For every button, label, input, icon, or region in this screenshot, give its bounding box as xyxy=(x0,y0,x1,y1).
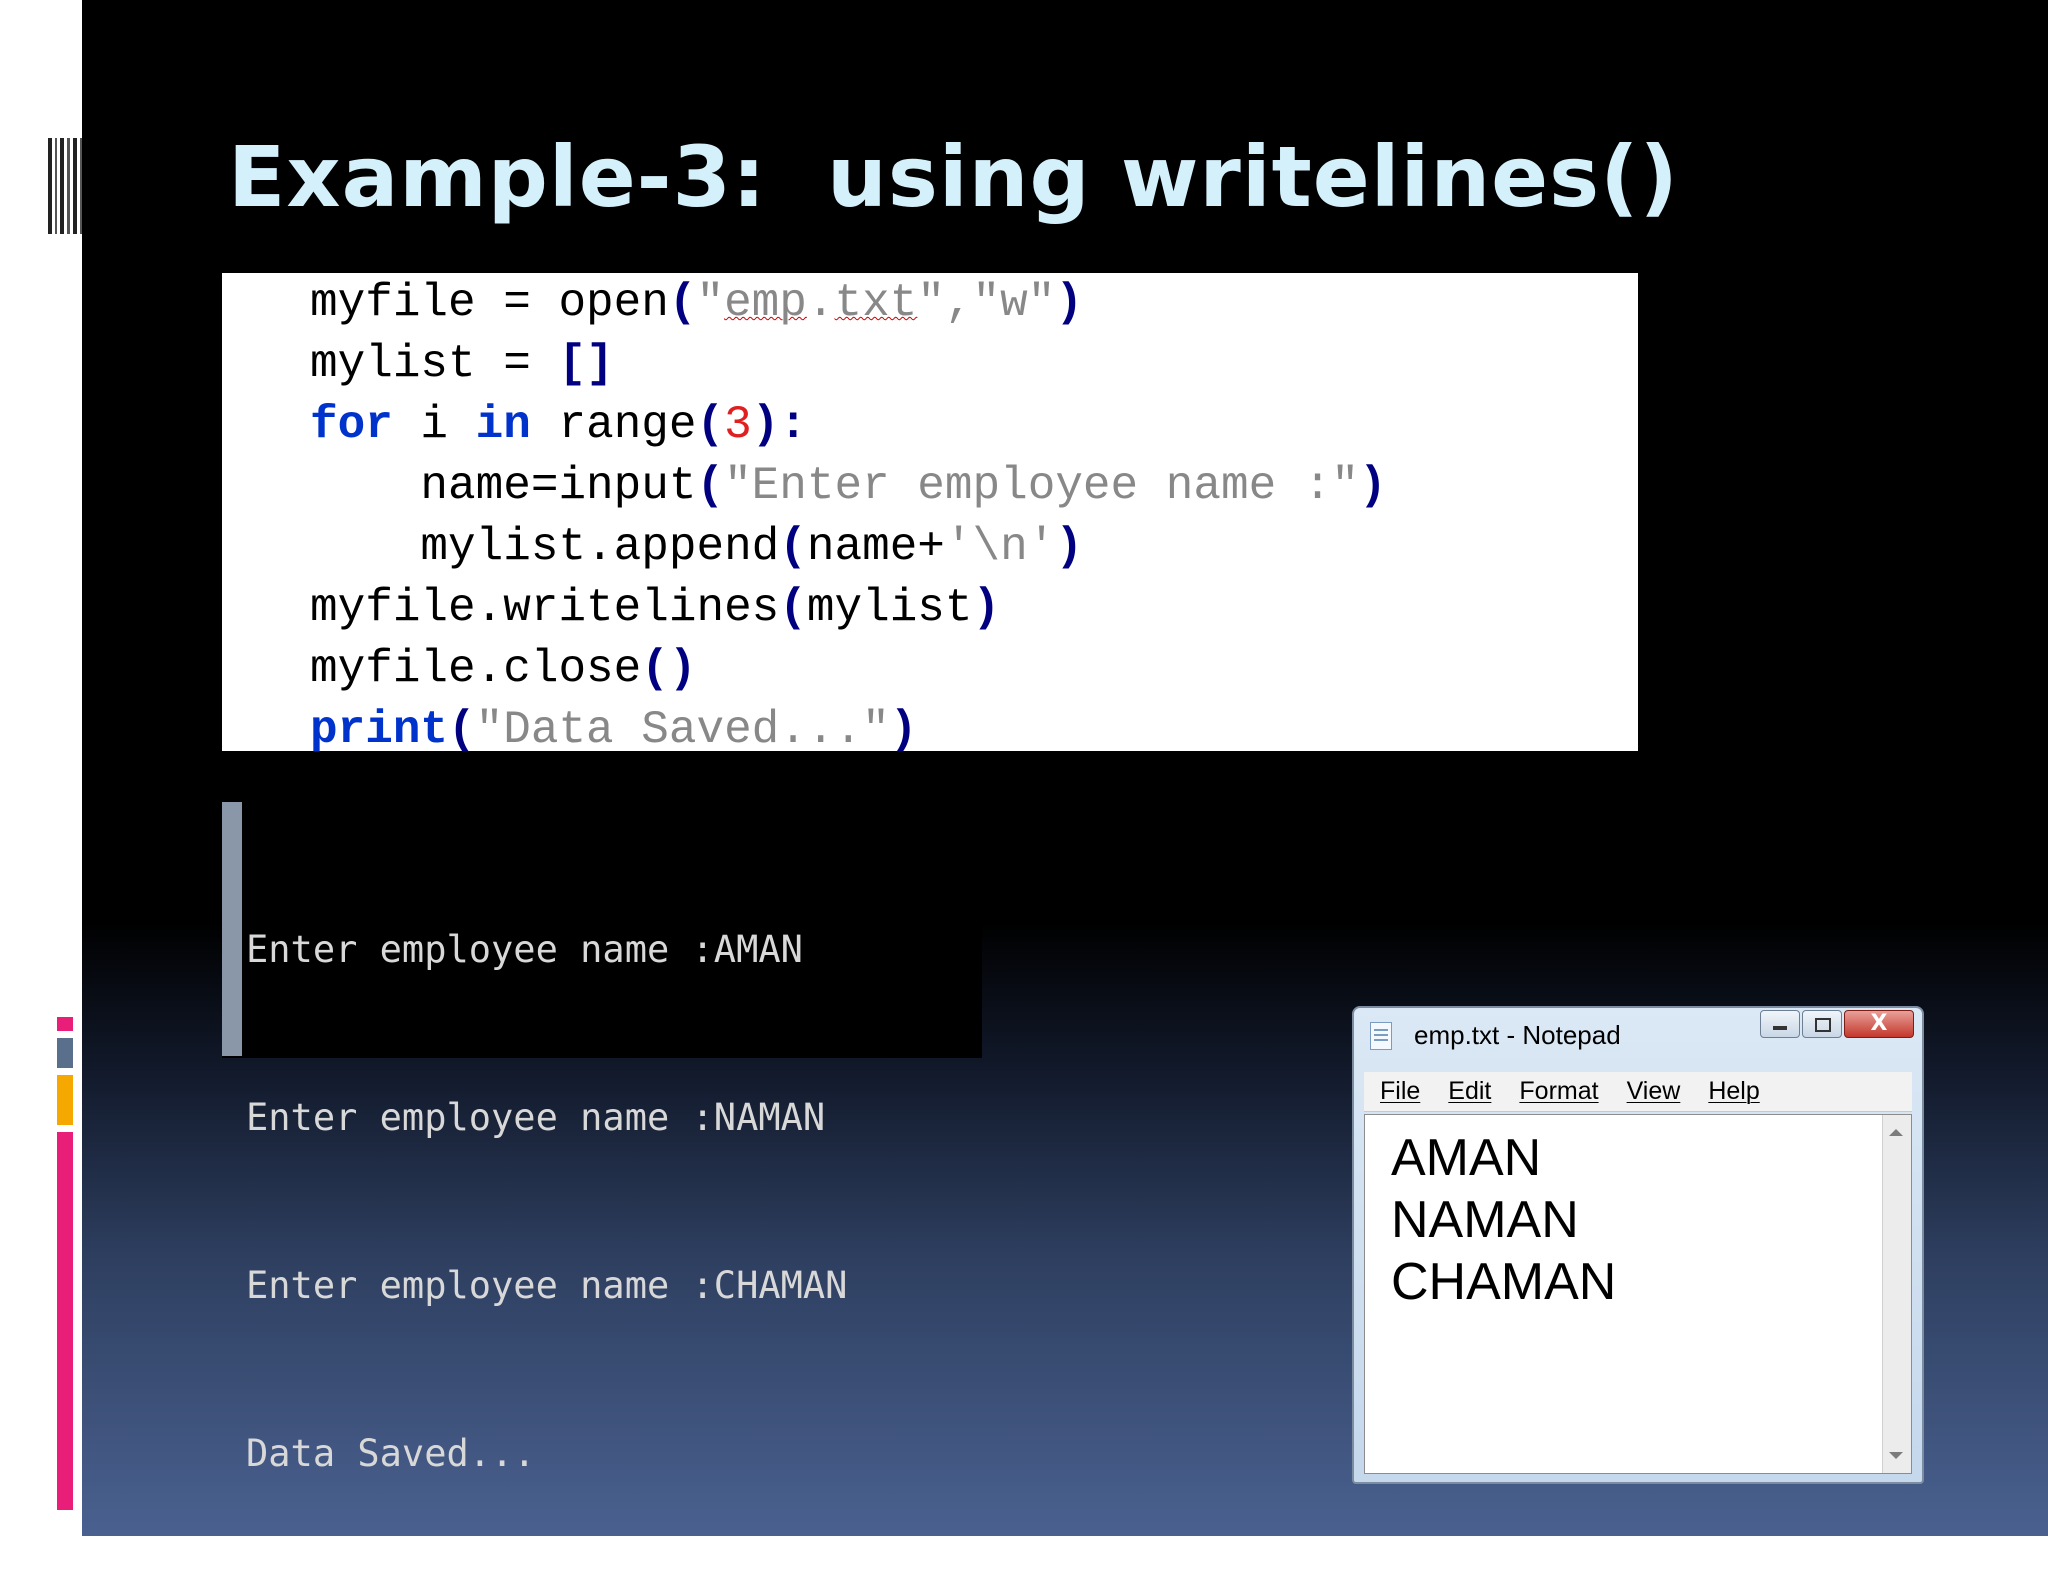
code-token: ( xyxy=(448,704,476,756)
code-token: ) xyxy=(972,582,1001,634)
accent-bar-slate xyxy=(57,1038,73,1068)
menu-view[interactable]: View xyxy=(1627,1077,1681,1106)
notepad-menubar: File Edit Format View Help xyxy=(1364,1072,1912,1112)
accent-bar-pink xyxy=(57,1132,73,1510)
code-token: txt xyxy=(834,277,918,329)
notepad-text-area[interactable]: AMAN NAMAN CHAMAN xyxy=(1364,1114,1912,1474)
code-line: myfile.writelines(mylist) xyxy=(222,578,1638,639)
code-token: ): xyxy=(751,399,807,451)
code-token: myfile.writelines xyxy=(310,582,780,634)
code-line: myfile.close() xyxy=(222,639,1638,700)
code-token: "Data Saved..." xyxy=(475,704,890,756)
notepad-title: emp.txt - Notepad xyxy=(1414,1020,1621,1050)
code-line: mylist = [] xyxy=(222,334,1638,395)
console-line: Enter employee name :NAMAN xyxy=(246,1096,826,1139)
code-token: mylist = xyxy=(310,338,559,390)
code-token: ( xyxy=(779,582,807,634)
code-token: ( xyxy=(668,277,697,329)
code-line: name=input("Enter employee name :") xyxy=(222,456,1638,517)
notepad-icon xyxy=(1370,1022,1392,1050)
menu-file[interactable]: File xyxy=(1380,1077,1420,1106)
minimize-icon[interactable] xyxy=(1760,1010,1800,1038)
notepad-titlebar[interactable]: emp.txt - Notepad X xyxy=(1354,1008,1922,1060)
maximize-icon[interactable] xyxy=(1802,1010,1842,1038)
console-output: Enter employee name :AMAN Enter employee… xyxy=(222,800,982,1475)
notepad-line: NAMAN xyxy=(1391,1191,1579,1249)
code-token: range xyxy=(530,399,697,451)
scroll-up-icon[interactable] xyxy=(1889,1129,1903,1136)
accent-bar-orange xyxy=(57,1075,73,1125)
code-line: myfile = open("emp.txt","w") xyxy=(222,273,1638,334)
code-token: '\n' xyxy=(944,521,1056,573)
code-block: myfile = open("emp.txt","w") mylist = [] f… xyxy=(222,273,1638,756)
code-token: ( xyxy=(696,460,725,512)
close-icon[interactable]: X xyxy=(1844,1010,1914,1038)
code-token: () xyxy=(641,643,697,695)
vertical-scrollbar[interactable] xyxy=(1882,1115,1911,1473)
notepad-line: CHAMAN xyxy=(1391,1253,1617,1311)
code-token: mylist.append xyxy=(310,521,780,573)
code-token: myfile = open xyxy=(310,277,669,329)
code-token: name=input xyxy=(310,460,697,512)
code-token: . xyxy=(806,277,835,329)
code-token: ) xyxy=(1055,521,1083,573)
console-scroll-edge xyxy=(222,802,242,1056)
code-token: ","w" xyxy=(917,277,1056,329)
code-token: [] xyxy=(558,338,614,390)
code-token: " xyxy=(696,277,725,329)
code-token: print xyxy=(310,704,449,756)
console-line: Enter employee name :CHAMAN xyxy=(246,1264,848,1307)
code-token: name+ xyxy=(806,521,945,573)
code-line: for i in range(3): xyxy=(222,395,1638,456)
code-token: myfile.close xyxy=(310,643,642,695)
code-line: print("Data Saved...") xyxy=(222,700,1638,761)
code-token: i xyxy=(392,399,476,451)
notepad-line: AMAN xyxy=(1391,1129,1542,1187)
menu-format[interactable]: Format xyxy=(1519,1077,1598,1106)
menu-help[interactable]: Help xyxy=(1708,1077,1759,1106)
console-line: Data Saved... xyxy=(246,1432,536,1475)
notepad-window[interactable]: emp.txt - Notepad X File Edit Format Vie… xyxy=(1352,1006,1924,1484)
left-strip xyxy=(0,0,82,1536)
code-token: for xyxy=(310,399,393,451)
code-token: ) xyxy=(889,704,918,756)
console-line: Enter employee name :AMAN xyxy=(246,928,803,971)
code-token: ) xyxy=(1055,277,1083,329)
code-token: in xyxy=(475,399,531,451)
code-token: ) xyxy=(1358,460,1387,512)
scroll-down-icon[interactable] xyxy=(1889,1452,1903,1459)
slide-title: Example-3: using writelines() xyxy=(228,128,1679,226)
code-token: "Enter employee name :" xyxy=(724,460,1359,512)
code-token: 3 xyxy=(724,399,752,451)
code-token: ( xyxy=(779,521,807,573)
decorative-stripes xyxy=(48,138,82,234)
code-token: ( xyxy=(696,399,725,451)
code-token: mylist xyxy=(806,582,973,634)
accent-bar-pink-small xyxy=(57,1017,73,1031)
code-line: mylist.append(name+'\n') xyxy=(222,517,1638,578)
menu-edit[interactable]: Edit xyxy=(1448,1077,1491,1106)
code-token: emp xyxy=(724,277,807,329)
